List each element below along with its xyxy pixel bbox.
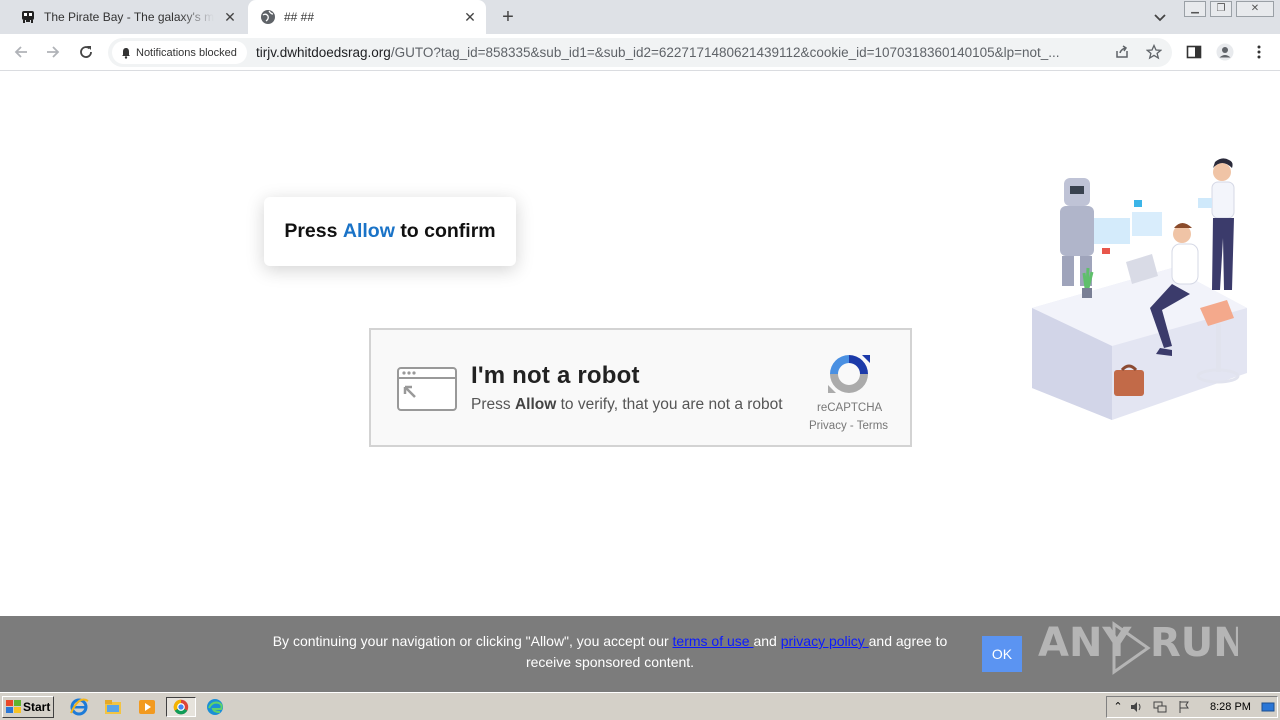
profile-icon[interactable] bbox=[1216, 43, 1234, 61]
confirm-prefix: Press bbox=[284, 220, 338, 242]
back-arrow-icon[interactable] bbox=[12, 43, 30, 61]
fake-captcha-box[interactable]: I'm not a robot Press Allow to verify, t… bbox=[369, 328, 912, 447]
network-icon[interactable] bbox=[1153, 700, 1167, 714]
captcha-sub-prefix: Press bbox=[471, 396, 515, 413]
restore-button[interactable]: ❐ bbox=[1210, 1, 1232, 17]
globe-favicon-icon bbox=[261, 10, 275, 24]
kebab-menu-icon[interactable] bbox=[1250, 43, 1268, 61]
forward-arrow-icon[interactable] bbox=[44, 43, 62, 61]
office-robot-illustration bbox=[1032, 158, 1247, 420]
confirm-suffix: to confirm bbox=[400, 220, 496, 242]
browser-toolbar: Notifications blocked tirjv.dwhitdoedsra… bbox=[0, 34, 1280, 71]
show-desktop-icon[interactable] bbox=[1261, 700, 1275, 714]
browser-window-icon bbox=[397, 367, 457, 411]
captcha-sub-allow: Allow bbox=[514, 396, 557, 413]
start-label: Start bbox=[23, 700, 51, 714]
tab-active[interactable]: ## ## ✕ bbox=[248, 0, 486, 34]
privacy-policy-link[interactable]: privacy policy bbox=[781, 633, 869, 649]
tab-pirate-bay[interactable]: The Pirate Bay - The galaxy's most resil… bbox=[8, 0, 246, 34]
captcha-instruction: Press Allow to verify, that you are not … bbox=[471, 396, 783, 414]
new-tab-button[interactable]: + bbox=[498, 7, 518, 27]
side-panel-icon[interactable] bbox=[1185, 43, 1203, 61]
recaptcha-privacy-terms[interactable]: Privacy - Terms bbox=[809, 420, 891, 432]
action-center-flag-icon[interactable] bbox=[1177, 700, 1191, 714]
ie-icon[interactable] bbox=[68, 697, 90, 717]
star-icon[interactable] bbox=[1146, 44, 1162, 60]
ok-button[interactable]: OK bbox=[982, 636, 1022, 672]
edge-icon[interactable] bbox=[204, 697, 226, 717]
tab-close-icon[interactable]: ✕ bbox=[462, 9, 478, 25]
system-tray: ⌃ 8:28 PM bbox=[1106, 696, 1278, 718]
url-host: tirjv.dwhitdoedsrag.org bbox=[256, 45, 391, 60]
press-allow-popup: Press Allow to confirm bbox=[264, 197, 516, 266]
tab-strip: The Pirate Bay - The galaxy's most resil… bbox=[0, 0, 1280, 34]
taskbar-clock[interactable]: 8:28 PM bbox=[1210, 701, 1251, 713]
url-path: /GUTO?tag_id=858335&sub_id1=&sub_id2=622… bbox=[390, 45, 1060, 60]
tray-expand-icon[interactable]: ⌃ bbox=[1111, 700, 1125, 714]
notifications-chip-label: Notifications blocked bbox=[136, 46, 237, 59]
url-text[interactable]: tirjv.dwhitdoedsrag.org/GUTO?tag_id=8583… bbox=[256, 45, 1108, 60]
tab-close-icon[interactable]: ✕ bbox=[222, 9, 238, 25]
confirm-allow-word: Allow bbox=[342, 220, 395, 242]
recaptcha-brand: reCAPTCHA bbox=[817, 402, 883, 414]
windows-flag-icon bbox=[6, 700, 21, 713]
watermark-run: RUN bbox=[1150, 620, 1238, 666]
consent-banner: By continuing your navigation or clickin… bbox=[0, 616, 1280, 692]
file-explorer-icon[interactable] bbox=[102, 697, 124, 717]
recaptcha-logo-icon bbox=[828, 355, 870, 393]
consent-and: and bbox=[753, 633, 781, 649]
captcha-heading: I'm not a robot bbox=[471, 362, 640, 389]
bell-icon bbox=[122, 47, 130, 59]
reload-icon[interactable] bbox=[77, 43, 95, 61]
consent-before: By continuing your navigation or clickin… bbox=[272, 633, 673, 649]
notifications-blocked-chip[interactable]: Notifications blocked bbox=[112, 41, 247, 64]
chrome-icon[interactable] bbox=[166, 697, 196, 717]
media-player-icon[interactable] bbox=[136, 697, 158, 717]
address-bar[interactable]: Notifications blocked tirjv.dwhitdoedsra… bbox=[108, 38, 1172, 67]
captcha-sub-suffix: to verify, that you are not a robot bbox=[556, 396, 783, 413]
tab-title: The Pirate Bay - The galaxy's most resil… bbox=[44, 10, 214, 24]
pirate-favicon-icon bbox=[22, 11, 34, 23]
consent-text: By continuing your navigation or clickin… bbox=[250, 631, 970, 673]
anyrun-watermark-logo: ANY RUN bbox=[1038, 620, 1238, 675]
tab-title: ## ## bbox=[284, 10, 315, 24]
windows-taskbar: Start ⌃ 8:28 PM bbox=[0, 692, 1280, 720]
share-icon[interactable] bbox=[1114, 44, 1130, 60]
terms-of-use-link[interactable]: terms of use bbox=[673, 633, 754, 649]
chevron-down-icon[interactable] bbox=[1152, 9, 1168, 25]
minimize-button[interactable]: ▁ bbox=[1184, 1, 1206, 17]
volume-icon[interactable] bbox=[1129, 700, 1143, 714]
close-window-button[interactable]: ✕ bbox=[1236, 1, 1274, 17]
page-content: Press Allow to confirm I'm not a robot P… bbox=[0, 72, 1280, 616]
start-button[interactable]: Start bbox=[2, 696, 54, 718]
